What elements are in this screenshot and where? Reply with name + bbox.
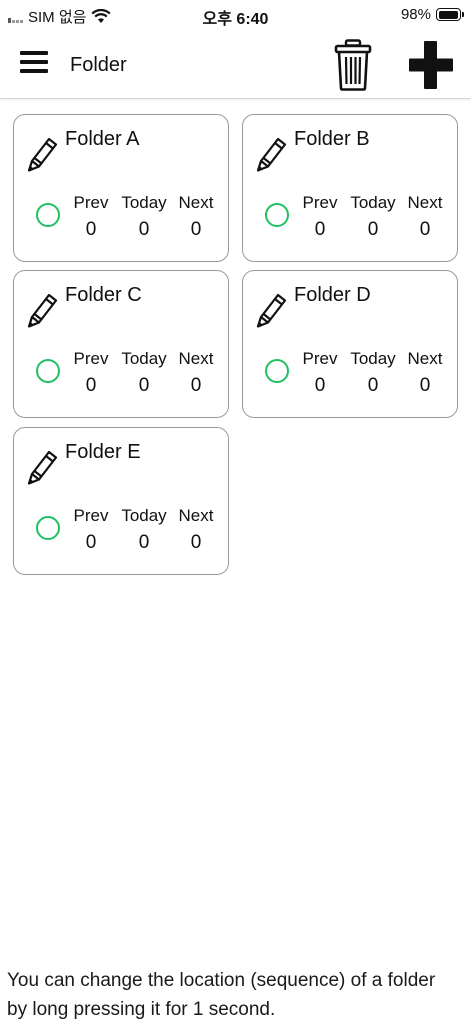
- stat-prev-value: 0: [85, 375, 97, 396]
- stat-today-label: Today: [121, 193, 167, 212]
- battery-icon: [436, 8, 464, 21]
- status-circle-icon: [36, 516, 60, 540]
- stat-next-value: 0: [190, 375, 202, 396]
- hamburger-menu-icon[interactable]: [20, 51, 48, 75]
- stat-next-label: Next: [407, 349, 443, 368]
- battery-percent: 98%: [400, 6, 431, 23]
- stat-next-value: 0: [190, 532, 202, 553]
- stat-today-label: Today: [121, 506, 167, 525]
- folder-name: Folder D: [294, 284, 371, 306]
- stat-today-value: 0: [138, 532, 150, 553]
- stat-prev-value: 0: [85, 532, 97, 553]
- folder-card-1[interactable]: Folder A Prev 0 Today 0 Next 0: [13, 114, 229, 262]
- stat-next: Next 0: [176, 349, 216, 397]
- stat-today-value: 0: [367, 375, 379, 396]
- stat-next-value: 0: [419, 219, 431, 240]
- status-bar: SIM 없음 오후 6:40 98%: [0, 0, 471, 34]
- status-circle-icon: [36, 359, 60, 383]
- stat-next-value: 0: [419, 375, 431, 396]
- stat-prev: Prev 0: [301, 349, 339, 397]
- stat-today: Today 0: [119, 506, 169, 554]
- stat-prev-value: 0: [314, 375, 326, 396]
- folder-card-3[interactable]: Folder C Prev 0 Today 0 Next 0: [13, 270, 229, 418]
- status-circle-icon: [265, 203, 289, 227]
- stat-today-label: Today: [350, 349, 396, 368]
- pencil-icon[interactable]: [255, 135, 289, 173]
- folder-name: Folder B: [294, 128, 370, 150]
- stat-today-label: Today: [350, 193, 396, 212]
- stat-next: Next 0: [176, 506, 216, 554]
- stat-prev-label: Prev: [302, 193, 338, 212]
- page-title: Folder: [70, 54, 127, 76]
- stat-next-value: 0: [190, 219, 202, 240]
- folder-name: Folder C: [65, 284, 142, 306]
- stat-next: Next 0: [176, 193, 216, 241]
- folder-card-2[interactable]: Folder B Prev 0 Today 0 Next 0: [242, 114, 458, 262]
- stat-prev-label: Prev: [73, 349, 109, 368]
- stat-prev-label: Prev: [302, 349, 338, 368]
- stat-prev-value: 0: [314, 219, 326, 240]
- stat-prev-value: 0: [85, 219, 97, 240]
- stat-today-value: 0: [138, 219, 150, 240]
- stat-today: Today 0: [348, 349, 398, 397]
- stat-prev-label: Prev: [73, 193, 109, 212]
- stat-prev: Prev 0: [301, 193, 339, 241]
- app-header: Folder: [0, 34, 471, 99]
- stat-today-value: 0: [138, 375, 150, 396]
- stat-today: Today 0: [348, 193, 398, 241]
- folder-name: Folder A: [65, 128, 140, 150]
- stat-next-label: Next: [178, 349, 214, 368]
- plus-icon[interactable]: [408, 40, 454, 90]
- stat-prev: Prev 0: [72, 193, 110, 241]
- stat-today: Today 0: [119, 193, 169, 241]
- stat-today-value: 0: [367, 219, 379, 240]
- folder-card-5[interactable]: Folder E Prev 0 Today 0 Next 0: [13, 427, 229, 575]
- stat-next-label: Next: [407, 193, 443, 212]
- reorder-hint: You can change the location (sequence) o…: [7, 970, 436, 1020]
- status-circle-icon: [36, 203, 60, 227]
- folder-screen: SIM 없음 오후 6:40 98% Folder Folder A Prev …: [0, 0, 471, 1024]
- status-right: 98%: [400, 6, 464, 23]
- stat-next-label: Next: [178, 506, 214, 525]
- stat-next: Next 0: [405, 349, 445, 397]
- status-circle-icon: [265, 359, 289, 383]
- stat-prev: Prev 0: [72, 506, 110, 554]
- stat-prev: Prev 0: [72, 349, 110, 397]
- trash-icon[interactable]: [334, 39, 372, 91]
- folder-card-4[interactable]: Folder D Prev 0 Today 0 Next 0: [242, 270, 458, 418]
- pencil-icon[interactable]: [26, 448, 60, 486]
- folder-name: Folder E: [65, 441, 141, 463]
- stat-next-label: Next: [178, 193, 214, 212]
- pencil-icon[interactable]: [255, 291, 289, 329]
- stat-today: Today 0: [119, 349, 169, 397]
- stat-today-label: Today: [121, 349, 167, 368]
- stat-next: Next 0: [405, 193, 445, 241]
- stat-prev-label: Prev: [73, 506, 109, 525]
- pencil-icon[interactable]: [26, 291, 60, 329]
- pencil-icon[interactable]: [26, 135, 60, 173]
